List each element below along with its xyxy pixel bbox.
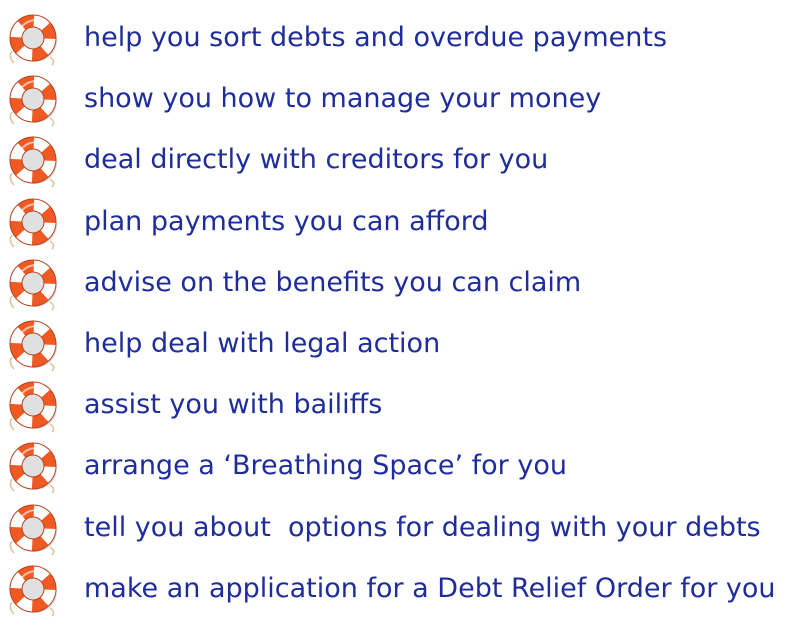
lifebuoy-icon	[6, 317, 62, 373]
list-item: help deal with legal action	[0, 317, 812, 378]
list-item: advise on the benefits you can claim	[0, 256, 812, 317]
list-item-text: arrange a ‘Breathing Space’ for you	[84, 450, 567, 482]
list-item: plan payments you can afford	[0, 195, 812, 256]
list-item-text: show you how to manage your money	[84, 83, 602, 115]
lifebuoy-icon	[6, 501, 62, 557]
list-item: help you sort debts and overdue payments	[0, 11, 812, 72]
list-item-text: deal directly with creditors for you	[84, 144, 549, 176]
list-item: show you how to manage your money	[0, 72, 812, 133]
list-item: make an application for a Debt Relief Or…	[0, 562, 812, 623]
lifebuoy-icon	[6, 378, 62, 434]
list-item-text: advise on the benefits you can claim	[84, 266, 582, 298]
list-item-text: make an application for a Debt Relief Or…	[84, 572, 776, 604]
list-item-text: plan payments you can afford	[84, 205, 489, 237]
list-item-text: tell you about options for dealing with …	[84, 511, 761, 543]
list-item: deal directly with creditors for you	[0, 133, 812, 194]
lifebuoy-icon	[6, 256, 62, 312]
lifebuoy-icon	[6, 562, 62, 618]
lifebuoy-icon	[6, 72, 62, 128]
list-item-text: assist you with bailiffs	[84, 389, 383, 421]
list-item-text: help deal with legal action	[84, 327, 441, 359]
lifebuoy-icon	[6, 195, 62, 251]
list-item: arrange a ‘Breathing Space’ for you	[0, 439, 812, 500]
list-item: tell you about options for dealing with …	[0, 501, 812, 562]
lifebuoy-icon	[6, 11, 62, 67]
services-list: help you sort debts and overdue payments…	[0, 11, 812, 623]
list-item-text: help you sort debts and overdue payments	[84, 22, 668, 53]
lifebuoy-icon	[6, 133, 62, 189]
lifebuoy-icon	[6, 439, 62, 495]
list-item: assist you with bailiffs	[0, 378, 812, 439]
